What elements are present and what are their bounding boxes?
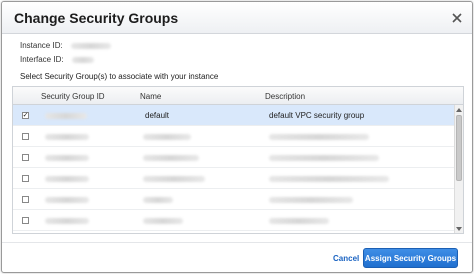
interface-id-label: Interface ID: <box>20 55 64 64</box>
interface-id-value-redacted <box>71 56 94 63</box>
instance-id-row: Instance ID: <box>20 41 111 50</box>
security-group-id-redacted <box>45 218 89 224</box>
footer-divider <box>2 242 472 243</box>
row-description-redacted <box>269 134 369 140</box>
check-icon: ✓ <box>22 112 29 119</box>
table-row[interactable] <box>13 210 454 231</box>
table-row[interactable] <box>13 126 454 147</box>
table-scrollbar[interactable] <box>454 105 463 233</box>
close-button[interactable] <box>449 10 465 26</box>
scroll-down-button[interactable] <box>455 224 463 233</box>
row-description-redacted <box>269 218 329 224</box>
row-description-redacted <box>269 155 379 161</box>
interface-id-row: Interface ID: <box>20 55 94 64</box>
security-groups-table: Security Group ID Name Description ✓ def… <box>12 86 464 234</box>
dialog-titlebar: Change Security Groups <box>2 2 472 34</box>
column-header-security-group-id[interactable]: Security Group ID <box>41 92 105 101</box>
row-checkbox[interactable] <box>22 175 29 182</box>
scroll-up-button[interactable] <box>455 105 463 114</box>
column-header-description[interactable]: Description <box>265 92 305 101</box>
table-row[interactable] <box>13 147 454 168</box>
table-header: Security Group ID Name Description <box>13 87 463 105</box>
row-description-redacted <box>269 176 389 182</box>
row-name-redacted <box>143 134 191 140</box>
row-name: default <box>145 111 170 120</box>
row-name-redacted <box>143 155 199 161</box>
security-group-id-redacted <box>45 197 89 203</box>
security-group-id-redacted <box>45 113 87 119</box>
table-row[interactable] <box>13 189 454 210</box>
instance-id-value-redacted <box>70 42 111 49</box>
security-group-id-redacted <box>45 176 89 182</box>
row-description: default VPC security group <box>269 111 365 120</box>
row-description-redacted <box>269 197 353 203</box>
dialog-title: Change Security Groups <box>14 10 179 26</box>
instance-id-label: Instance ID: <box>20 41 63 50</box>
row-checkbox[interactable] <box>22 196 29 203</box>
change-security-groups-dialog: Change Security Groups Instance ID: Inte… <box>1 1 473 273</box>
table-body: ✓ default default VPC security group <box>13 105 454 233</box>
row-name-redacted <box>143 197 173 203</box>
chevron-up-icon <box>456 107 462 112</box>
table-row[interactable] <box>13 168 454 189</box>
row-checkbox[interactable] <box>22 133 29 140</box>
instruction-text: Select Security Group(s) to associate wi… <box>20 72 219 81</box>
column-header-name[interactable]: Name <box>140 92 161 101</box>
scrollbar-thumb[interactable] <box>456 115 462 181</box>
security-group-id-redacted <box>45 155 89 161</box>
row-checkbox[interactable] <box>22 217 29 224</box>
assign-security-groups-button[interactable]: Assign Security Groups <box>363 248 458 268</box>
chevron-down-icon <box>456 226 462 231</box>
cancel-button[interactable]: Cancel <box>333 254 359 263</box>
row-checkbox[interactable] <box>22 154 29 161</box>
security-group-id-redacted <box>45 134 89 140</box>
row-checkbox[interactable]: ✓ <box>22 112 29 119</box>
table-row[interactable]: ✓ default default VPC security group <box>13 105 454 126</box>
close-icon <box>452 13 462 23</box>
row-name-redacted <box>143 218 183 224</box>
row-name-redacted <box>143 176 205 182</box>
